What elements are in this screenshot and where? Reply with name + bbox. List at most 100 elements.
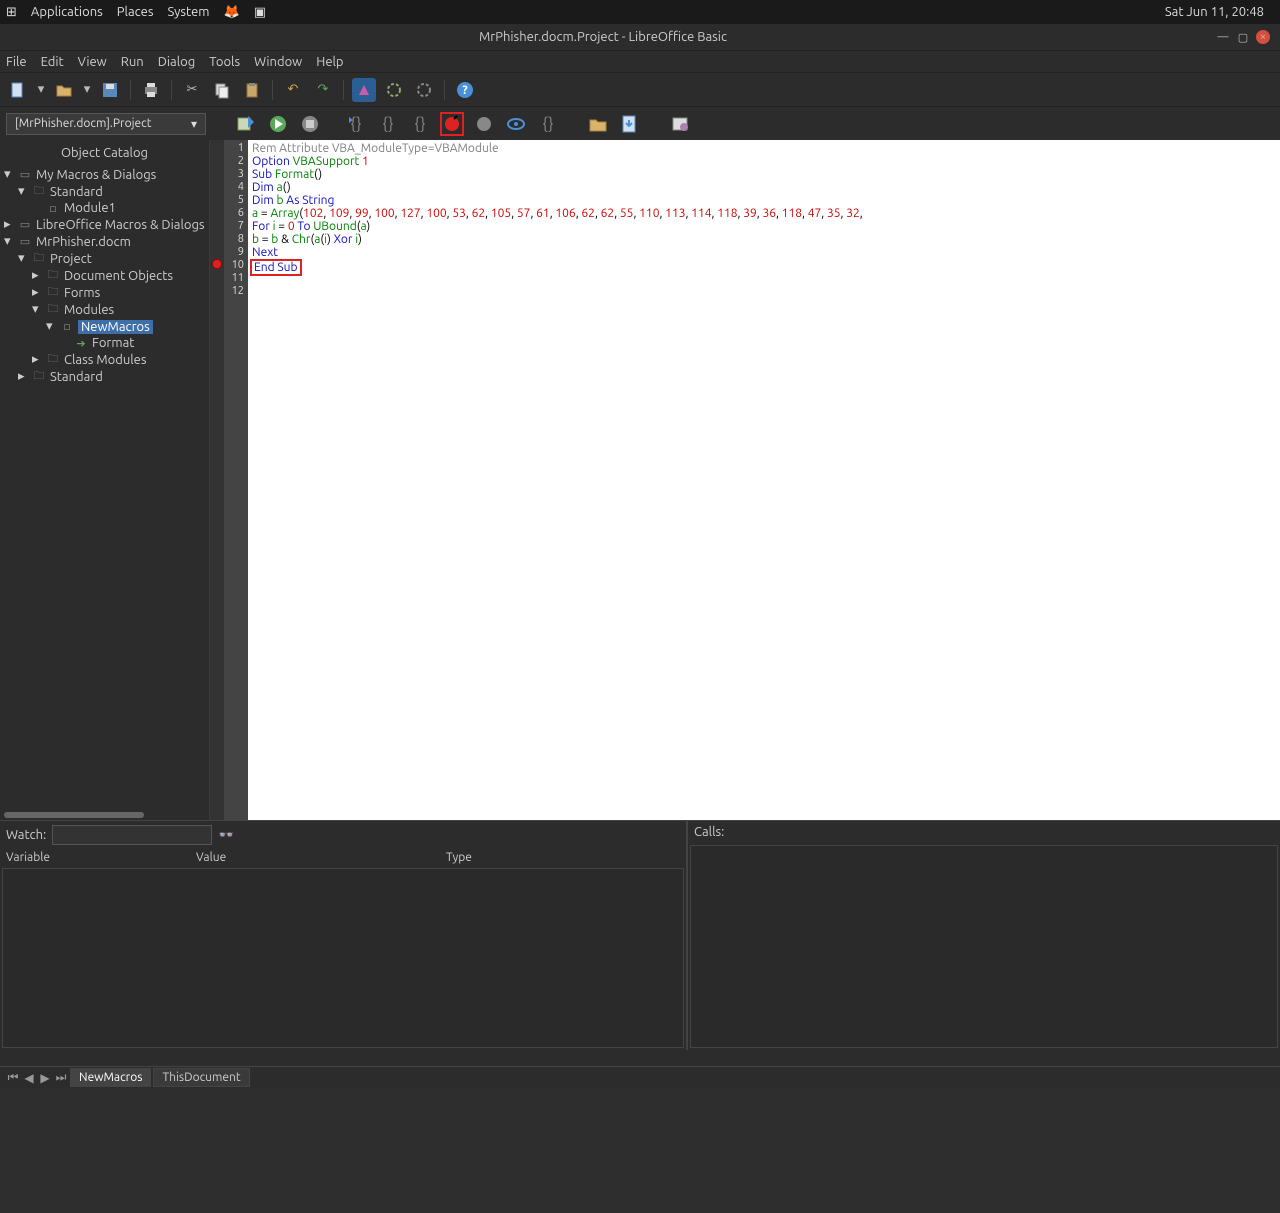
calls-label: Calls: (694, 825, 724, 839)
dialogs-icon[interactable] (352, 78, 376, 102)
breakpoint-manage-icon[interactable] (472, 112, 496, 136)
tree-document-objects[interactable]: ▸🗀Document Objects (4, 267, 209, 284)
menu-view[interactable]: View (78, 55, 107, 69)
import-basic-icon[interactable] (586, 112, 610, 136)
menu-edit[interactable]: Edit (41, 55, 64, 69)
svg-text:{}: {} (542, 115, 553, 133)
open-icon[interactable] (52, 78, 76, 102)
module-tabs: ⏮ ◀ ▶ ⏭ NewMacros ThisDocument (0, 1066, 1280, 1088)
line-number-gutter: 123456789101112 (224, 140, 248, 820)
svg-text:{}: {} (350, 115, 361, 133)
svg-text:{}: {} (414, 115, 425, 133)
calls-pane: Calls: (688, 821, 1280, 1050)
menu-bar: File Edit View Run Dialog Tools Window H… (0, 50, 1280, 72)
step-over-icon[interactable]: {} (344, 112, 368, 136)
step-out-icon[interactable]: {} (408, 112, 432, 136)
tree-project[interactable]: ▾🗀Project (4, 250, 209, 267)
code-editor[interactable]: 123456789101112 Rem Attribute VBA_Module… (210, 140, 1280, 820)
open-dropdown-icon[interactable]: ▾ (82, 78, 92, 102)
undo-icon[interactable]: ↶ (281, 78, 305, 102)
breakpoint-gutter[interactable] (210, 140, 224, 820)
catalog-hscrollbar[interactable] (0, 810, 209, 820)
system-menu[interactable]: System (167, 5, 209, 19)
tree-format[interactable]: ➔Format (4, 335, 209, 351)
macros-icon[interactable] (412, 78, 436, 102)
new-dropdown-icon[interactable]: ▾ (36, 78, 46, 102)
tree-standard-2[interactable]: ▸🗀Standard (4, 368, 209, 385)
object-catalog-icon[interactable]: {} (536, 112, 560, 136)
watch-body[interactable] (2, 868, 684, 1048)
tree-lo-macros[interactable]: ▸▭LibreOffice Macros & Dialogs (4, 216, 209, 233)
object-catalog: Object Catalog ▾▭My Macros & Dialogs ▾🗀S… (0, 140, 210, 820)
library-selector-value: [MrPhisher.docm].Project (15, 117, 151, 130)
main-area: Object Catalog ▾▭My Macros & Dialogs ▾🗀S… (0, 140, 1280, 820)
svg-text:?: ? (462, 84, 467, 97)
places-menu[interactable]: Places (117, 5, 154, 19)
paste-icon[interactable] (240, 78, 264, 102)
menu-run[interactable]: Run (121, 55, 144, 69)
watch-col-type[interactable]: Type (446, 851, 680, 864)
firefox-icon[interactable]: 🦊 (224, 5, 240, 20)
watch-remove-icon[interactable]: 👓 (218, 828, 234, 843)
menu-file[interactable]: File (6, 55, 27, 69)
export-basic-icon[interactable] (618, 112, 642, 136)
menu-window[interactable]: Window (254, 55, 302, 69)
code-area[interactable]: Rem Attribute VBA_ModuleType=VBAModule O… (248, 140, 1280, 820)
basic-toolbar: [MrPhisher.docm].Project ▾ {} {} {} {} (0, 106, 1280, 140)
applications-menu[interactable]: Applications (31, 5, 103, 19)
watch-pane: Watch: 👓 Variable Value Type (0, 821, 688, 1050)
footer-bar (0, 1050, 1280, 1066)
tab-newmacros[interactable]: NewMacros (70, 1068, 151, 1087)
terminal-icon[interactable]: ▣ (254, 5, 266, 20)
tab-thisdocument[interactable]: ThisDocument (153, 1068, 249, 1087)
modules-icon[interactable] (382, 78, 406, 102)
save-icon[interactable] (98, 78, 122, 102)
calls-body[interactable] (690, 845, 1278, 1048)
tree-my-macros[interactable]: ▾▭My Macros & Dialogs (4, 166, 209, 183)
tree-standard-1[interactable]: ▾🗀Standard (4, 183, 209, 200)
print-icon[interactable] (139, 78, 163, 102)
minimize-button[interactable]: — (1216, 30, 1230, 44)
tree-class-modules[interactable]: ▸🗀Class Modules (4, 351, 209, 368)
menu-dialog[interactable]: Dialog (158, 55, 196, 69)
library-selector[interactable]: [MrPhisher.docm].Project ▾ (6, 113, 206, 135)
tab-next-icon[interactable]: ▶ (38, 1071, 52, 1085)
watch-col-value[interactable]: Value (196, 851, 446, 864)
tab-prev-icon[interactable]: ◀ (22, 1071, 36, 1085)
dropdown-icon: ▾ (191, 117, 197, 131)
tab-last-icon[interactable]: ⏭ (54, 1071, 68, 1085)
run-icon[interactable] (266, 112, 290, 136)
title-bar: MrPhisher.docm.Project - LibreOffice Bas… (0, 24, 1280, 50)
svg-text:{}: {} (382, 115, 393, 133)
step-into-icon[interactable]: {} (376, 112, 400, 136)
watch-columns: Variable Value Type (0, 849, 686, 866)
apps-menu-icon[interactable]: ⊞ (6, 5, 17, 20)
clock: Sat Jun 11, 20:48 (1165, 5, 1264, 19)
copy-icon[interactable] (210, 78, 234, 102)
cut-icon[interactable]: ✂ (180, 78, 204, 102)
tree-newmacros[interactable]: ▾▫NewMacros (4, 318, 209, 335)
macro-security-icon[interactable] (668, 112, 692, 136)
watch-add-icon[interactable] (504, 112, 528, 136)
window-title: MrPhisher.docm.Project - LibreOffice Bas… (0, 30, 1206, 44)
watch-input[interactable] (52, 825, 212, 845)
maximize-button[interactable]: ▢ (1236, 30, 1250, 44)
stop-icon[interactable] (298, 112, 322, 136)
compile-icon[interactable] (234, 112, 258, 136)
close-button[interactable]: × (1256, 30, 1270, 44)
tree-forms[interactable]: ▸🗀Forms (4, 284, 209, 301)
breakpoint-toggle-icon[interactable] (440, 112, 464, 136)
help-icon[interactable]: ? (453, 78, 477, 102)
tab-first-icon[interactable]: ⏮ (6, 1071, 20, 1085)
tree-module1[interactable]: ▫Module1 (4, 200, 209, 216)
breakpoint-marker[interactable] (212, 259, 222, 269)
watch-col-variable[interactable]: Variable (6, 851, 196, 864)
redo-icon[interactable]: ↷ (311, 78, 335, 102)
tree-mrphisher[interactable]: ▾▭MrPhisher.docm (4, 233, 209, 250)
menu-tools[interactable]: Tools (209, 55, 240, 69)
tree-modules[interactable]: ▾🗀Modules (4, 301, 209, 318)
main-toolbar: ▾ ▾ ✂ ↶ ↷ ? (0, 72, 1280, 106)
catalog-title: Object Catalog (0, 140, 209, 166)
new-icon[interactable] (6, 78, 30, 102)
menu-help[interactable]: Help (316, 55, 343, 69)
